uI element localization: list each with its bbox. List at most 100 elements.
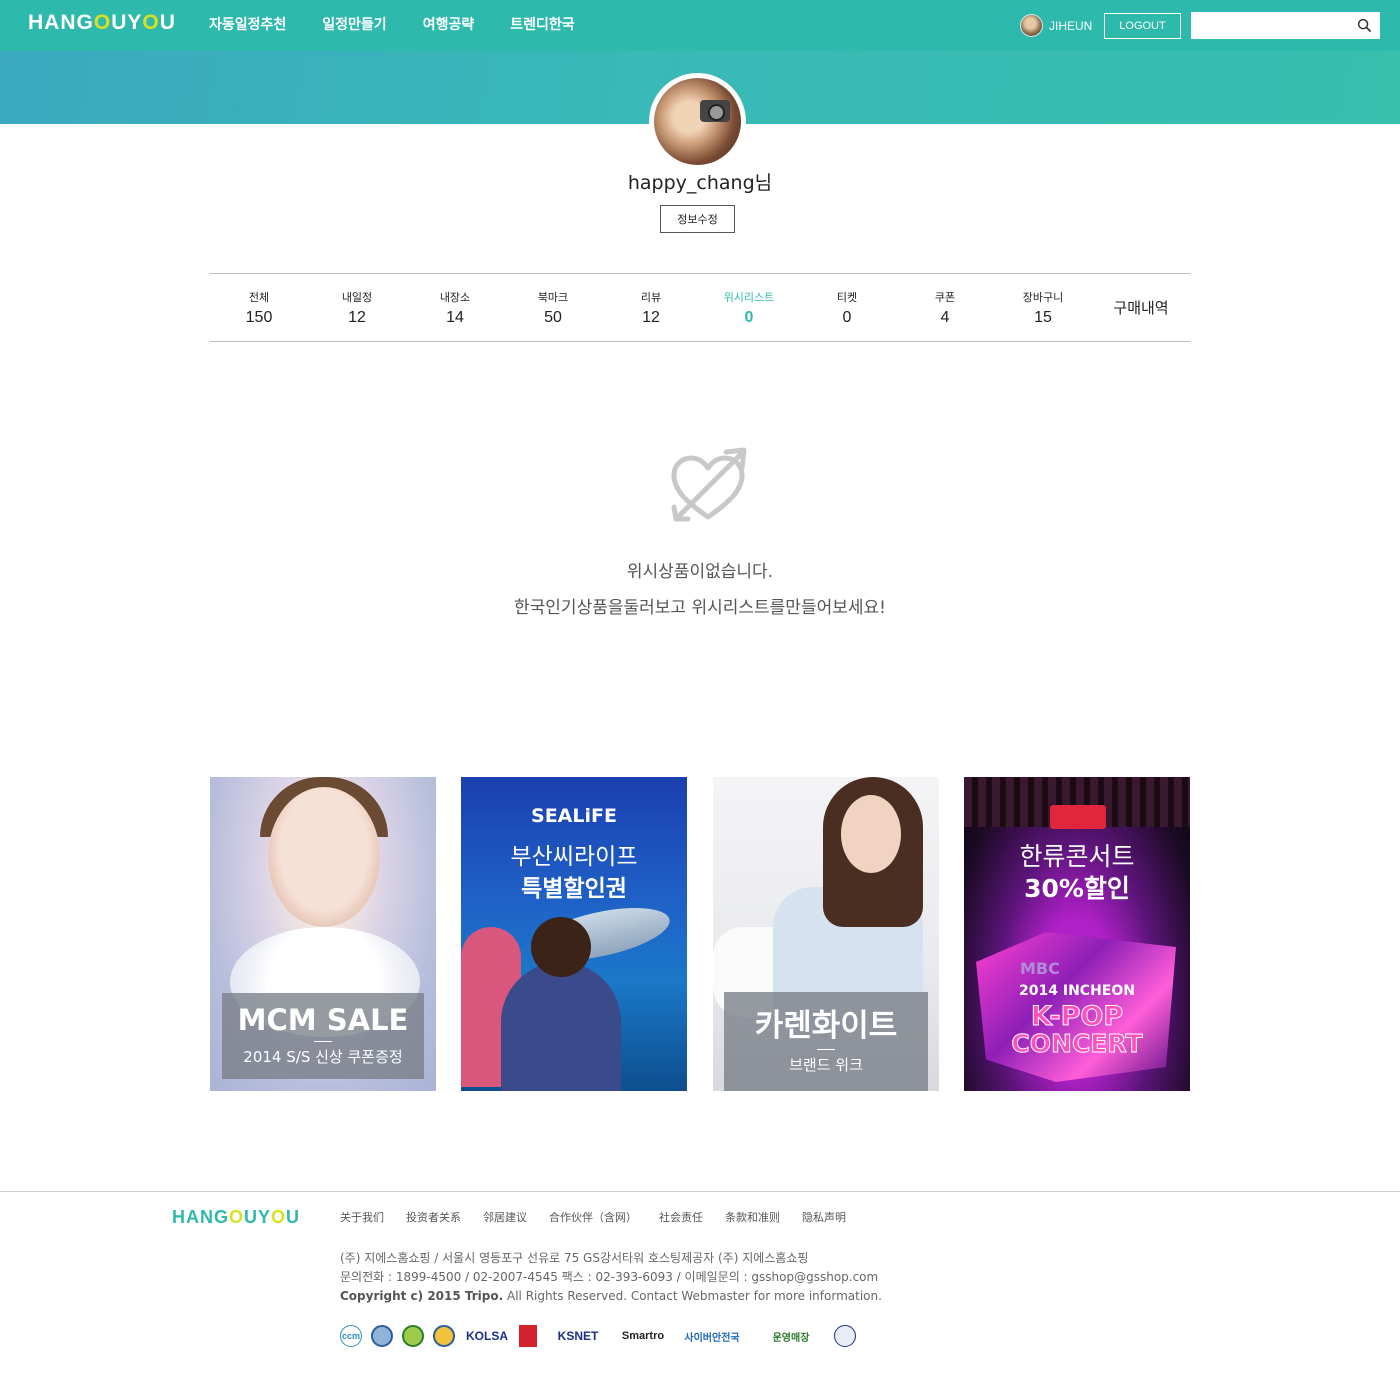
tab-count: 0 <box>744 309 754 326</box>
footer-copyright: Copyright c) 2015 Tripo. All Rights Rese… <box>340 1289 882 1303</box>
certification-badge-icon[interactable] <box>834 1325 856 1347</box>
footer-link-terms[interactable]: 条款和准则 <box>725 1209 780 1225</box>
cyber-security-badge-icon[interactable]: 사이버안전국 <box>676 1325 748 1347</box>
edit-profile-button[interactable]: 정보수정 <box>660 205 735 233</box>
ksnet-badge-icon[interactable]: KSNET <box>546 1325 610 1347</box>
nav-trendy-korea[interactable]: 트렌디한국 <box>510 0 574 51</box>
footer-link-partners[interactable]: 合作伙伴（含网） <box>549 1209 637 1225</box>
user-name: JIHEUN <box>1049 18 1093 33</box>
tab-label: 내장소 <box>439 291 471 304</box>
certification-badge-icon[interactable] <box>519 1325 537 1347</box>
footer-links: 关于我们 投资者关系 邻居建议 合作伙伴（含网） 社会责任 条款和准则 隐私声明 <box>340 1209 868 1225</box>
tab-ticket[interactable]: 티켓 0 <box>798 274 896 341</box>
promo-caption: 카렌화이트 브랜드 위크 <box>724 992 928 1091</box>
tab-label: 쿠폰 <box>934 291 956 304</box>
promo-card-sealife[interactable]: SEALiFE 부산씨라이프 특별할인권 <box>461 777 687 1091</box>
tab-count: 14 <box>446 309 464 326</box>
main-nav: 자동일정추천 일정만들기 여행공략 트렌디한국 <box>209 0 611 51</box>
footer-link-responsibility[interactable]: 社会责任 <box>659 1209 703 1225</box>
certification-badge-icon[interactable] <box>402 1325 424 1347</box>
tab-label: 구매내역 <box>1113 299 1169 317</box>
tab-cart[interactable]: 장바구니 15 <box>994 274 1092 341</box>
ccm-badge-icon[interactable]: ccm <box>340 1325 362 1347</box>
footer-logo[interactable]: HANGOUYOU <box>172 1207 300 1228</box>
footer-link-about[interactable]: 关于我们 <box>340 1209 384 1225</box>
promo-title: 카렌화이트 <box>754 1008 898 1044</box>
certification-badge-icon[interactable] <box>433 1325 455 1347</box>
tab-count: 15 <box>1034 309 1052 326</box>
store-badge-icon[interactable]: 운영매장 <box>757 1325 825 1347</box>
tab-count: 150 <box>245 309 273 326</box>
camera-icon <box>700 100 730 122</box>
footer-link-investors[interactable]: 投资者关系 <box>406 1209 461 1225</box>
avatar <box>1020 14 1043 37</box>
certification-badges: ccm KOLSA KSNET Smartro 사이버안전국 운영매장 <box>340 1325 865 1347</box>
smartro-badge-icon[interactable]: Smartro <box>619 1325 667 1347</box>
tab-count: 4 <box>940 309 950 326</box>
top-bar: HANGOUYOU 자동일정추천 일정만들기 여행공략 트렌디한국 JIHEUN… <box>0 0 1400 51</box>
tab-purchase-history[interactable]: 구매내역 <box>1092 274 1190 341</box>
tab-label: 위시리스트 <box>723 291 775 304</box>
footer-info: (주) 지에스홈쇼핑 / 서울시 영등포구 선유로 75 GS강서타워 호스팅제… <box>340 1249 882 1306</box>
tab-label: 장바구니 <box>1022 291 1064 304</box>
tab-coupon[interactable]: 쿠폰 4 <box>896 274 994 341</box>
tab-label: 내일정 <box>341 291 373 304</box>
tab-all[interactable]: 전체 150 <box>210 274 308 341</box>
tab-my-places[interactable]: 내장소 14 <box>406 274 504 341</box>
footer-link-privacy[interactable]: 隐私声明 <box>802 1209 846 1225</box>
user-menu[interactable]: JIHEUN <box>1020 14 1092 37</box>
search-icon[interactable] <box>1357 18 1372 33</box>
promo-broadcaster: MBC <box>1020 959 1060 978</box>
promo-card-karen-white[interactable]: 카렌화이트 브랜드 위크 <box>713 777 939 1091</box>
tab-label: 리뷰 <box>640 291 662 304</box>
search-box <box>1191 12 1380 39</box>
promo-kpop: K-POP <box>1030 1001 1124 1033</box>
promo-image-child <box>501 917 621 1091</box>
tab-label: 전체 <box>248 291 270 304</box>
footer-divider <box>0 1191 1400 1192</box>
promo-subtitle: 브랜드 위크 <box>789 1056 863 1074</box>
tab-my-itinerary[interactable]: 내일정 12 <box>308 274 406 341</box>
empty-hint: 한국인기상품을둘러보고 위시리스트를만들어보세요! <box>514 598 886 618</box>
promo-title: 부산씨라이프 <box>510 844 638 870</box>
promo-subtitle: 특별할인권 <box>521 876 627 902</box>
tab-count: 12 <box>348 309 366 326</box>
promo-image-face <box>268 787 380 927</box>
tab-review[interactable]: 리뷰 12 <box>602 274 700 341</box>
promo-caption: MCM SALE 2014 S/S 신상 쿠폰증정 <box>222 993 424 1079</box>
tab-bookmark[interactable]: 북마크 50 <box>504 274 602 341</box>
promo-subtitle: 2014 S/S 신상 쿠폰증정 <box>243 1048 403 1066</box>
tab-count: 50 <box>544 309 562 326</box>
footer-address: (주) 지에스홈쇼핑 / 서울시 영등포구 선유로 75 GS강서타워 호스팅제… <box>340 1251 809 1265</box>
certification-badge-icon[interactable] <box>371 1325 393 1347</box>
logout-button[interactable]: LOGOUT <box>1104 13 1181 39</box>
promo-title: 한류콘서트 <box>1019 842 1135 871</box>
profile-avatar <box>649 73 746 170</box>
promo-brand: SEALiFE <box>531 805 617 827</box>
tab-label: 티켓 <box>836 291 858 304</box>
promo-card-kpop-concert[interactable]: 한류콘서트 30%할인 MBC 2014 INCHEON K-POP CONCE… <box>964 777 1190 1091</box>
search-input[interactable] <box>1191 12 1351 39</box>
empty-message: 위시상품이없습니다. <box>626 562 774 582</box>
tab-wishlist[interactable]: 위시리스트 0 <box>700 274 798 341</box>
logo[interactable]: HANGOUYOU <box>28 11 176 35</box>
promo-image-logo <box>1050 805 1106 829</box>
footer-contact: 문의전화 : 1899-4500 / 02-2007-4545 팩스 : 02-… <box>340 1270 879 1284</box>
nav-travel-guide[interactable]: 여행공략 <box>423 0 475 51</box>
stats-tabs: 전체 150 내일정 12 내장소 14 북마크 50 리뷰 12 위시리스트 0 티켓 0 … <box>210 273 1190 342</box>
nav-make-itinerary[interactable]: 일정만들기 <box>322 0 386 51</box>
promo-subtitle: 30%할인 <box>1024 874 1130 903</box>
promo-title: MCM SALE <box>237 1003 409 1037</box>
heart-arrow-icon <box>671 447 747 522</box>
footer-link-suggestions[interactable]: 邻居建议 <box>483 1209 527 1225</box>
kolsa-badge-icon[interactable]: KOLSA <box>464 1325 510 1347</box>
nav-auto-itinerary[interactable]: 자동일정추천 <box>209 0 286 51</box>
tab-count: 12 <box>642 309 660 326</box>
promo-card-mcm[interactable]: MCM SALE 2014 S/S 신상 쿠폰증정 <box>210 777 436 1091</box>
divider <box>817 1049 835 1050</box>
profile-username: happy_chang님 <box>627 172 773 194</box>
tab-label: 북마크 <box>537 291 569 304</box>
promo-event: 2014 INCHEON <box>1019 983 1135 999</box>
tab-count: 0 <box>842 309 852 326</box>
divider <box>314 1041 332 1042</box>
